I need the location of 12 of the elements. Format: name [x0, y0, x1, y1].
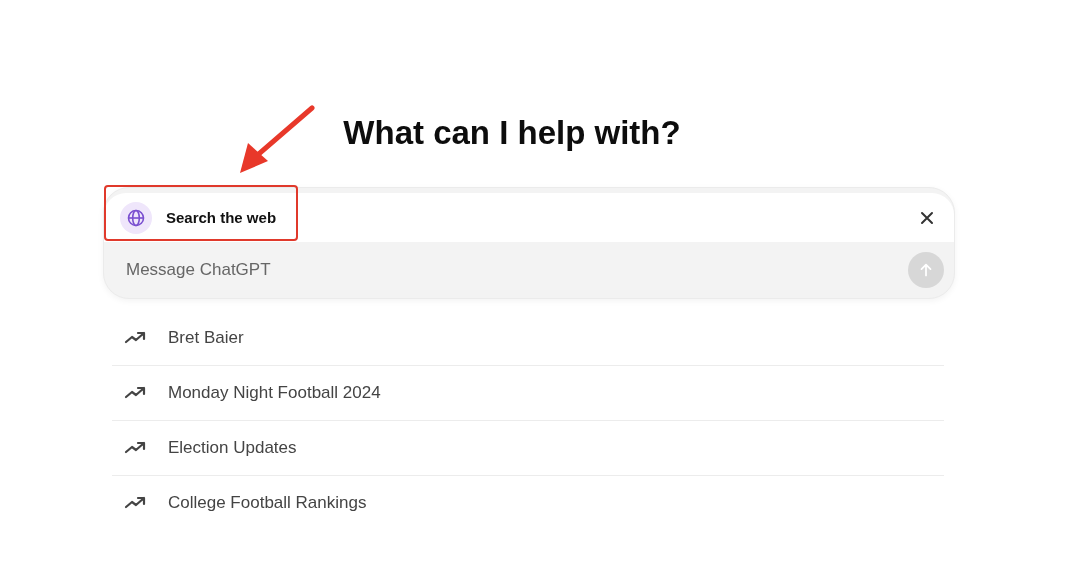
trend-up-icon	[124, 495, 148, 511]
trend-up-icon	[124, 440, 148, 456]
message-field[interactable]: Message ChatGPT	[126, 260, 726, 280]
suggestion-item[interactable]: Monday Night Football 2024	[112, 366, 944, 421]
suggestion-item[interactable]: College Football Rankings	[112, 476, 944, 530]
trend-up-icon	[124, 385, 148, 401]
trend-up-icon	[124, 330, 148, 346]
page-heading: What can I help with?	[343, 113, 681, 153]
suggestion-item[interactable]: Bret Baier	[112, 311, 944, 366]
suggestion-item[interactable]: Election Updates	[112, 421, 944, 476]
globe-icon	[126, 207, 146, 228]
search-web-chip[interactable]: Search the web	[120, 201, 277, 234]
